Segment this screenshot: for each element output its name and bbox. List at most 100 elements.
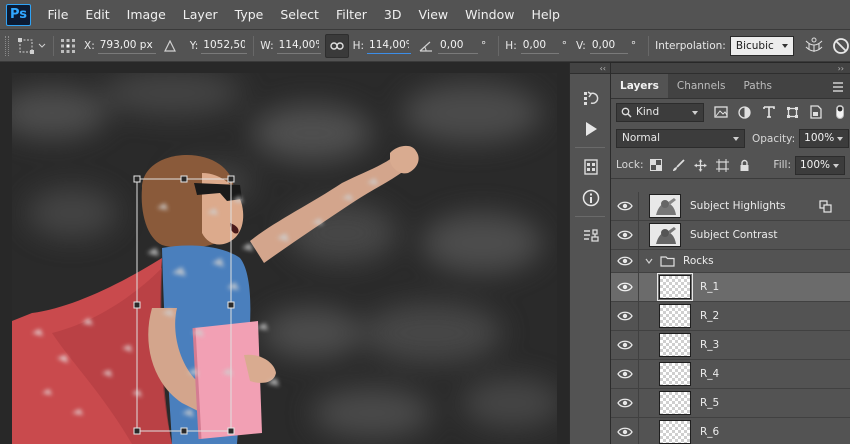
warp-mode-icon[interactable] [804, 35, 824, 57]
filter-toggle-icon[interactable] [830, 102, 850, 122]
x-position-field[interactable] [97, 37, 156, 54]
eye-icon[interactable] [611, 220, 639, 250]
eye-icon[interactable] [611, 301, 639, 331]
eye-icon[interactable] [611, 330, 639, 360]
separator [53, 35, 54, 56]
type-layer-filter-icon[interactable] [759, 102, 779, 122]
layer-thumbnail [659, 304, 691, 328]
layer-name: Subject Highlights [690, 200, 786, 212]
reference-point-icon[interactable] [60, 35, 76, 57]
filter-kind-value: Kind [636, 106, 660, 118]
opacity-field[interactable]: 100% [799, 129, 850, 148]
fill-field[interactable]: 100% [795, 155, 845, 175]
layer-row[interactable]: Subject Contrast [611, 220, 850, 250]
rotate-angle-icon [419, 35, 433, 57]
separator [648, 35, 650, 56]
layer-thumbnail [659, 362, 691, 386]
layer-name: R_3 [700, 339, 720, 351]
lock-artboard-icon[interactable] [713, 156, 731, 174]
layer-list: Subject Highlights Subject Contrast Rock… [611, 192, 850, 444]
height-label: H: [352, 39, 365, 52]
height-field[interactable] [367, 37, 412, 54]
smart-object-filter-icon[interactable] [806, 102, 826, 122]
lock-all-icon[interactable] [735, 156, 753, 174]
play-action-icon[interactable] [570, 113, 612, 144]
canvas-artwork [12, 73, 557, 444]
tab-layers[interactable]: Layers [611, 74, 668, 98]
layer-row[interactable]: Subject Highlights [611, 192, 850, 221]
separator [498, 35, 500, 56]
vertical-skew-field[interactable] [589, 37, 628, 54]
layer-name: Subject Contrast [690, 229, 778, 241]
layer-row[interactable]: R_4 [611, 359, 850, 389]
clipping-mask-icon[interactable] [819, 199, 832, 213]
chevron-down-icon [833, 163, 839, 168]
menu-layer[interactable]: Layer [174, 0, 226, 29]
panel-collapse-bar[interactable]: ›› [611, 63, 850, 74]
layer-thumbnail [659, 391, 691, 415]
strip-collapse-bar[interactable]: ‹‹ [570, 63, 610, 74]
menu-3d[interactable]: 3D [375, 0, 410, 29]
document-canvas[interactable] [12, 73, 557, 444]
relative-position-icon[interactable] [163, 35, 176, 57]
info-icon[interactable] [570, 182, 612, 213]
adjustment-layer-filter-icon[interactable] [735, 102, 755, 122]
layer-row-selected[interactable]: R_1 [611, 272, 850, 302]
eye-icon[interactable] [611, 388, 639, 418]
menu-select[interactable]: Select [272, 0, 328, 29]
y-label: Y: [189, 39, 199, 52]
lock-image-pixels-icon[interactable] [669, 156, 687, 174]
width-field[interactable] [276, 37, 321, 54]
separator [253, 35, 255, 56]
horizontal-skew-field[interactable] [520, 37, 559, 54]
eye-icon[interactable] [611, 417, 639, 444]
layer-name: R_5 [700, 397, 720, 409]
lock-transparent-pixels-icon[interactable] [647, 156, 665, 174]
menu-edit[interactable]: Edit [77, 0, 118, 29]
transform-tool-icon[interactable] [17, 35, 47, 57]
menu-help[interactable]: Help [523, 0, 569, 29]
strip-separator [575, 216, 605, 217]
pixel-layer-filter-icon[interactable] [711, 102, 731, 122]
interpolation-label: Interpolation: [655, 39, 726, 52]
layer-row[interactable]: R_5 [611, 388, 850, 418]
filter-kind-select[interactable]: Kind [616, 102, 705, 122]
panel-tabs: Layers Channels Paths [611, 74, 850, 99]
tab-paths[interactable]: Paths [734, 74, 781, 98]
eye-icon[interactable] [611, 249, 639, 273]
tab-channels[interactable]: Channels [668, 74, 735, 98]
options-grip[interactable] [5, 35, 9, 56]
lock-position-icon[interactable] [691, 156, 709, 174]
lock-label: Lock: [616, 159, 644, 171]
eye-icon[interactable] [611, 272, 639, 302]
menu-file[interactable]: File [39, 0, 77, 29]
link-icon[interactable] [324, 33, 349, 58]
blend-row: Normal Opacity: 100% [611, 125, 850, 152]
menu-filter[interactable]: Filter [327, 0, 375, 29]
cancel-transform-icon[interactable] [832, 35, 850, 57]
menu-image[interactable]: Image [118, 0, 174, 29]
layer-row[interactable]: R_6 [611, 417, 850, 444]
properties-icon[interactable] [570, 220, 612, 251]
lock-row: Lock: Fill: 100% [611, 152, 850, 179]
layer-name: R_6 [700, 426, 720, 438]
blend-mode-select[interactable]: Normal [616, 129, 745, 148]
hskew-label: H: [505, 39, 517, 52]
libraries-icon[interactable] [570, 151, 612, 182]
layer-group-row[interactable]: Rocks [611, 249, 850, 273]
panel-menu-icon[interactable] [832, 82, 844, 95]
eye-icon[interactable] [611, 192, 639, 221]
layer-row[interactable]: R_2 [611, 301, 850, 331]
menu-view[interactable]: View [410, 0, 457, 29]
eye-icon[interactable] [611, 359, 639, 389]
menu-type[interactable]: Type [226, 0, 272, 29]
shape-layer-filter-icon[interactable] [783, 102, 803, 122]
layer-row[interactable]: R_3 [611, 330, 850, 360]
chevron-down-icon[interactable] [645, 258, 653, 264]
history-icon[interactable] [570, 82, 612, 113]
layer-name: R_1 [700, 281, 720, 293]
y-position-field[interactable] [201, 37, 248, 54]
interpolation-select[interactable]: Bicubic [729, 35, 794, 56]
rotate-field[interactable] [438, 37, 479, 54]
menu-window[interactable]: Window [457, 0, 523, 29]
